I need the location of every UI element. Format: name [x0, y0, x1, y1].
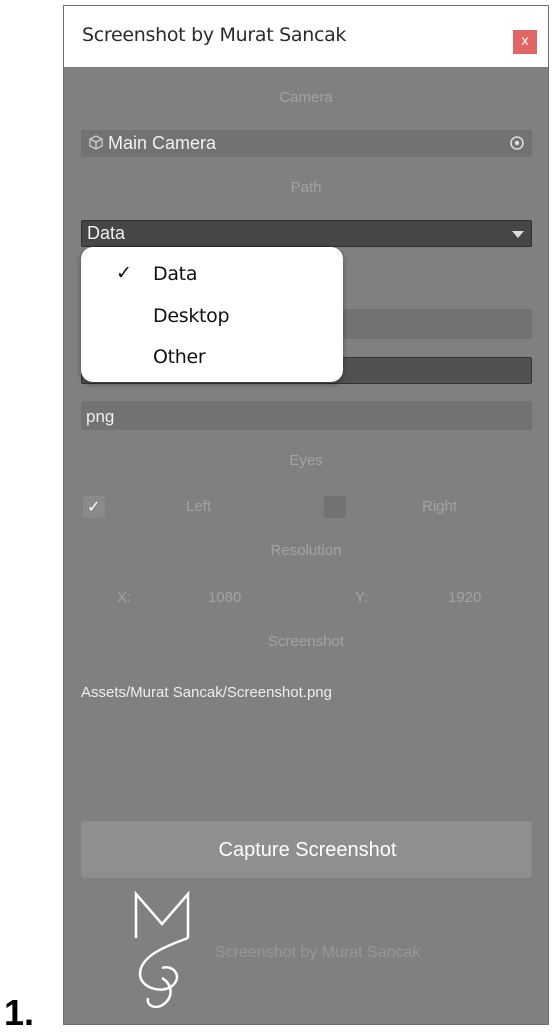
left-eye-checkbox[interactable]: ✓	[83, 496, 105, 518]
close-button[interactable]: x	[513, 30, 537, 54]
object-picker-icon[interactable]	[509, 135, 525, 151]
camera-value: Main Camera	[108, 133, 217, 153]
capture-screenshot-button[interactable]: Capture Screenshot	[81, 821, 532, 878]
dropdown-option-label: Other	[153, 346, 206, 368]
capture-button-label: Capture Screenshot	[218, 839, 397, 861]
right-eye-checkbox[interactable]	[324, 496, 346, 518]
cube-icon	[89, 135, 103, 150]
step-number: 1.	[4, 992, 35, 1033]
dropdown-option-data[interactable]: ✓ Data	[81, 255, 343, 293]
extension-field[interactable]: png	[81, 401, 532, 430]
dropdown-option-desktop[interactable]: Desktop	[81, 297, 343, 335]
path-section-label: Path	[290, 179, 322, 196]
dropdown-option-label: Desktop	[153, 305, 230, 327]
checkmark-icon: ✓	[87, 499, 101, 516]
dropdown-arrow-icon	[512, 231, 524, 238]
dropdown-option-label: Data	[153, 263, 198, 285]
path-dropdown-menu: ✓ Data Desktop Other	[81, 247, 343, 382]
window-title: Screenshot by Murat Sancak	[82, 24, 347, 46]
screenshot-path: Assets/Murat Sancak/Screenshot.png	[81, 684, 332, 701]
screenshot-section-label: Screenshot	[268, 633, 344, 650]
footer-caption: Screenshot by Murat Sancak	[215, 944, 421, 961]
camera-field[interactable]: Main Camera	[81, 130, 532, 157]
resolution-x-value[interactable]: 1080	[208, 589, 241, 606]
title-bar[interactable]: Screenshot by Murat Sancak x	[64, 6, 548, 67]
resolution-x-label: X:	[117, 589, 132, 606]
eyes-section-label: Eyes	[289, 452, 323, 469]
path-selected-value: Data	[87, 223, 126, 243]
logo-icon	[134, 890, 190, 1009]
camera-section-label: Camera	[279, 89, 333, 106]
right-eye-label: Right	[422, 498, 458, 515]
resolution-y-value[interactable]: 1920	[448, 589, 481, 606]
left-eye-label: Left	[186, 498, 212, 515]
resolution-section-label: Resolution	[270, 542, 342, 559]
screenshot-tool-window: Screenshot by Murat Sancak x Camera Main…	[63, 5, 549, 1025]
resolution-y-label: Y:	[355, 589, 369, 606]
path-dropdown[interactable]: Data	[81, 220, 532, 247]
extension-value: png	[86, 407, 115, 426]
dropdown-option-other[interactable]: Other	[81, 338, 343, 376]
checkmark-icon: ✓	[116, 263, 132, 284]
